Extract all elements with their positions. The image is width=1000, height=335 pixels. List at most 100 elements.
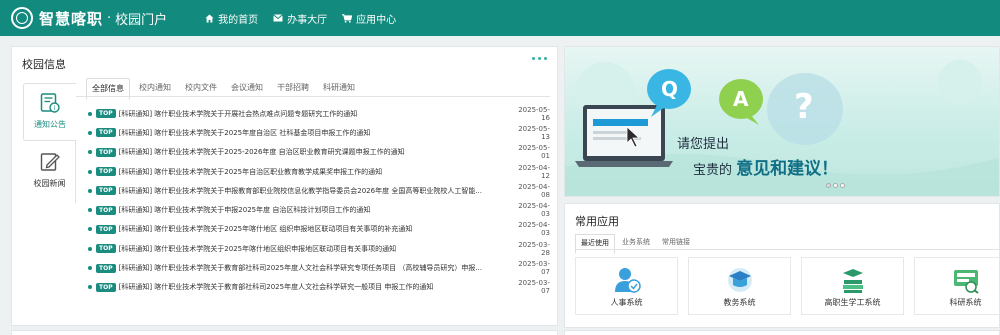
nav-service-hall[interactable]: 办事大厅: [273, 11, 327, 26]
list-item[interactable]: TOP [科研通知] 喀什职业技术学院关于开展社会热点难点问题专题研究工作的通知 2…: [88, 104, 550, 123]
bullet-icon: [88, 227, 92, 232]
envelope-icon: [273, 14, 283, 22]
side-tab-label: 校园新闻: [33, 179, 66, 188]
news-date: 2025-05-01: [518, 144, 550, 161]
bubble-question: ?: [794, 87, 814, 127]
banner-title: 请您提出: [677, 137, 730, 152]
bullet-icon: [88, 150, 92, 155]
home-icon: [205, 13, 214, 23]
news-date: 2025-04-12: [518, 163, 550, 180]
logo-subtitle: 校园门户: [115, 12, 168, 28]
news-date: 2025-04-03: [518, 221, 550, 238]
bullet-icon: [88, 285, 92, 290]
research-icon: [953, 270, 979, 294]
bullet-icon: [88, 111, 92, 116]
news-title[interactable]: [科研通知] 喀什职业技术学院关于开展社会热点难点问题专题研究工作的通知: [119, 109, 506, 119]
app-academic-system[interactable]: 教务系统: [688, 257, 791, 315]
nav-label: 办事大厅: [287, 14, 328, 26]
top-badge: TOP: [96, 263, 116, 273]
news-date: 2025-03-07: [518, 260, 550, 277]
portal-logo[interactable]: 智慧喀职 · 校园门户: [11, 7, 167, 29]
app-student-affairs-system[interactable]: 高职生学工系统: [801, 257, 904, 315]
top-badge: TOP: [96, 147, 116, 157]
banner-suffix: ！: [821, 159, 839, 179]
news-date: 2025-05-13: [518, 124, 550, 141]
carousel-dot[interactable]: [840, 183, 845, 188]
list-item[interactable]: TOP [科研通知] 喀什职业技术学院关于教育部社科司2025年度人文社会科学研究…: [88, 278, 550, 297]
list-item[interactable]: TOP [科研通知] 喀什职业技术学院关于2025年度自治区 社科基金项目申报工作…: [88, 123, 550, 142]
app-label: 高职生学工系统: [824, 298, 881, 307]
app-grid: 人事系统 教务系统 高职生学工系统 科研系统: [575, 257, 1000, 315]
news-title[interactable]: [科研通知] 喀什职业技术学院关于2025-2026年度 自治区职业教育研究课题…: [119, 147, 506, 157]
news-date: 2025-04-03: [518, 202, 550, 219]
top-navigation-bar: 智慧喀职 · 校园门户 我的首页 办事大厅 应用中心: [0, 0, 1000, 36]
tab-business-systems[interactable]: 业务系统: [617, 234, 655, 254]
school-emblem-icon: [11, 7, 33, 29]
top-badge: TOP: [96, 109, 116, 119]
side-tab-label: 通知公告: [34, 120, 66, 129]
top-badge: TOP: [96, 205, 116, 215]
notice-icon: i: [40, 93, 60, 113]
common-apps-panel: 常用应用 最近使用 业务系统 常用链接 人事系统 教务系统 高职生学工系统 科研…: [564, 203, 1000, 328]
bubble-a: A: [733, 87, 749, 111]
news-date: 2025-05-16: [518, 105, 550, 122]
side-tab-news[interactable]: 校园新闻: [23, 147, 76, 205]
bullet-icon: [88, 266, 92, 271]
app-research-system[interactable]: 科研系统: [914, 257, 1000, 315]
news-date: 2025-03-28: [518, 240, 550, 257]
list-item[interactable]: TOP [科研通知] 喀什职业技术学院关于申报教育部职业院校信息化教学指导委员会2…: [88, 181, 550, 200]
app-label: 人事系统: [610, 298, 643, 307]
news-title[interactable]: [科研通知] 喀什职业技术学院关于2025年喀什地区组织申报地区联动项目有关事项…: [119, 244, 506, 254]
news-title[interactable]: [科研通知] 喀什职业技术学院关于申报2025年度 自治区科技计划项目工作的通知: [119, 205, 506, 215]
bullet-icon: [88, 169, 92, 174]
news-date: 2025-04-08: [518, 182, 550, 199]
carousel-dot[interactable]: [833, 183, 838, 188]
svg-text:i: i: [54, 104, 56, 112]
lower-panel: [11, 330, 558, 335]
list-item[interactable]: TOP [科研通知] 喀什职业技术学院关于2025年自治区职业教育教学成果奖申报工…: [88, 162, 550, 181]
news-title[interactable]: [科研通知] 喀什职业技术学院关于教育部社科司2025年度人文社会科学研究专项任…: [119, 263, 506, 273]
tab-recently-used[interactable]: 最近使用: [575, 234, 615, 254]
news-title[interactable]: [科研通知] 喀什职业技术学院关于申报教育部职业院校信息化教学指导委员会2026…: [119, 186, 506, 196]
nav-app-center[interactable]: 应用中心: [342, 11, 396, 26]
list-item[interactable]: TOP [科研通知] 喀什职业技术学院关于教育部社科司2025年度人文社会科学研究…: [88, 258, 550, 277]
nav-label: 我的首页: [218, 14, 259, 26]
news-title[interactable]: [科研通知] 喀什职业技术学院关于教育部社科司2025年度人文社会科学研究一般项…: [119, 282, 506, 292]
edit-icon: [40, 153, 60, 171]
bullet-icon: [88, 130, 92, 135]
divider: [575, 249, 1000, 250]
bullet-icon: [88, 246, 92, 251]
carousel-dots: [826, 183, 847, 188]
list-item[interactable]: TOP [科研通知] 喀什职业技术学院关于2025年喀什地区 组织申报地区联动项目…: [88, 220, 550, 239]
list-item[interactable]: TOP [科研通知] 喀什职业技术学院关于申报2025年度 自治区科技计划项目工作…: [88, 200, 550, 219]
academic-icon: [727, 268, 752, 292]
lower-panel: [564, 330, 1000, 335]
news-title[interactable]: [科研通知] 喀什职业技术学院关于2025年度自治区 社科基金项目申报工作的通知: [119, 128, 506, 138]
top-badge: TOP: [96, 282, 116, 292]
top-badge: TOP: [96, 244, 116, 254]
top-badge: TOP: [96, 167, 116, 177]
list-item[interactable]: TOP [科研通知] 喀什职业技术学院关于2025-2026年度 自治区职业教育研…: [88, 143, 550, 162]
panel-title: 校园信息: [22, 58, 66, 71]
news-list: TOP [科研通知] 喀什职业技术学院关于开展社会热点难点问题专题研究工作的通知 2…: [88, 104, 550, 297]
carousel-dot[interactable]: [826, 183, 831, 188]
banner-emphasis: 意见和建议: [736, 159, 822, 179]
logo-separator: ·: [107, 10, 112, 26]
panel-title: 常用应用: [575, 215, 619, 228]
bullet-icon: [88, 188, 92, 193]
news-date: 2025-03-07: [518, 279, 550, 296]
feedback-banner[interactable]: Q A ? 请您提出 宝贵的 意见和建议！: [564, 46, 1000, 197]
more-options-icon[interactable]: [529, 57, 547, 60]
tab-common-links[interactable]: 常用链接: [657, 234, 695, 254]
side-tab-notices[interactable]: i 通知公告: [23, 83, 76, 141]
app-personnel-system[interactable]: 人事系统: [575, 257, 678, 315]
news-title[interactable]: [科研通知] 喀什职业技术学院关于2025年喀什地区 组织申报地区联动项目有关事…: [119, 224, 506, 234]
main-nav: 我的首页 办事大厅 应用中心: [205, 11, 411, 26]
banner-prefix: 宝贵的: [693, 163, 733, 178]
nav-label: 应用中心: [356, 14, 397, 26]
app-label: 教务系统: [723, 298, 756, 307]
personnel-icon: [614, 268, 641, 293]
news-title[interactable]: [科研通知] 喀什职业技术学院关于2025年自治区职业教育教学成果奖申报工作的通…: [119, 167, 506, 177]
nav-my-home[interactable]: 我的首页: [205, 11, 258, 26]
list-item[interactable]: TOP [科研通知] 喀什职业技术学院关于2025年喀什地区组织申报地区联动项目有…: [88, 239, 550, 258]
